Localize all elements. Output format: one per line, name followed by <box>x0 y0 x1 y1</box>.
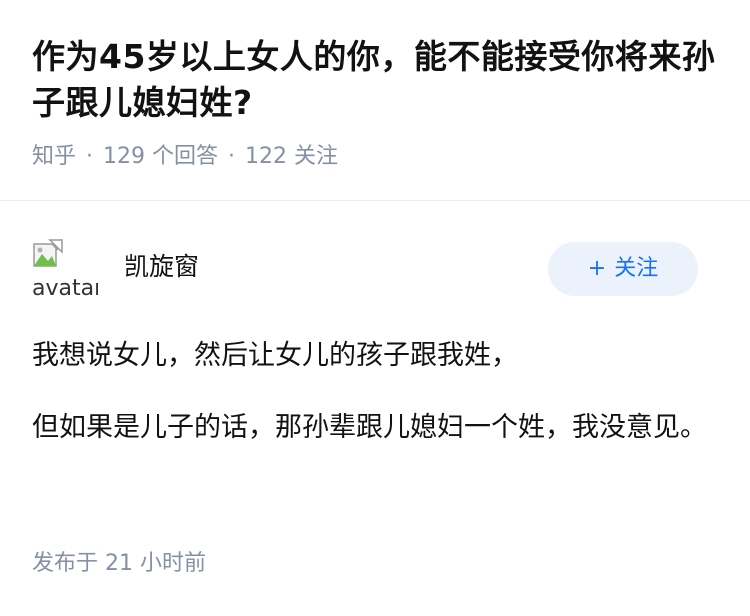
author-name[interactable]: 凯旋窗 <box>124 250 199 284</box>
follow-button-label: 关注 <box>614 256 659 281</box>
broken-image-icon <box>33 239 63 267</box>
question-meta: 知乎 · 129 个回答 · 122 关注 <box>32 142 722 172</box>
avatar-alt-text: avatar <box>32 276 98 300</box>
question-title[interactable]: 作为45岁以上女人的你，能不能接受你将来孙子跟儿媳妇姓? <box>32 34 722 126</box>
plus-icon: + <box>587 256 607 281</box>
meta-separator: · <box>86 144 94 169</box>
question-section: 作为45岁以上女人的你，能不能接受你将来孙子跟儿媳妇姓? 知乎 · 129 个回答 ·… <box>32 34 722 172</box>
answer-paragraph: 但如果是儿子的话，那孙辈跟儿媳妇一个姓，我没意见。 <box>32 412 707 443</box>
followers-count: 122 关注 <box>245 144 339 169</box>
section-divider <box>0 200 750 201</box>
source-label[interactable]: 知乎 <box>32 144 76 169</box>
answers-count[interactable]: 129 个回答 <box>103 144 218 169</box>
answer-content: 我想说女儿，然后让女儿的孩子跟我姓， 但如果是儿子的话，那孙辈跟儿媳妇一个姓，我… <box>32 332 712 476</box>
avatar[interactable]: avatar <box>32 238 98 300</box>
published-time: 发布于 21 小时前 <box>32 551 206 576</box>
meta-separator: · <box>228 144 236 169</box>
follow-button[interactable]: + 关注 <box>548 242 698 296</box>
answer-header: avatar 凯旋窗 + 关注 <box>32 238 698 300</box>
answer-paragraph: 我想说女儿，然后让女儿的孩子跟我姓， <box>32 340 518 371</box>
